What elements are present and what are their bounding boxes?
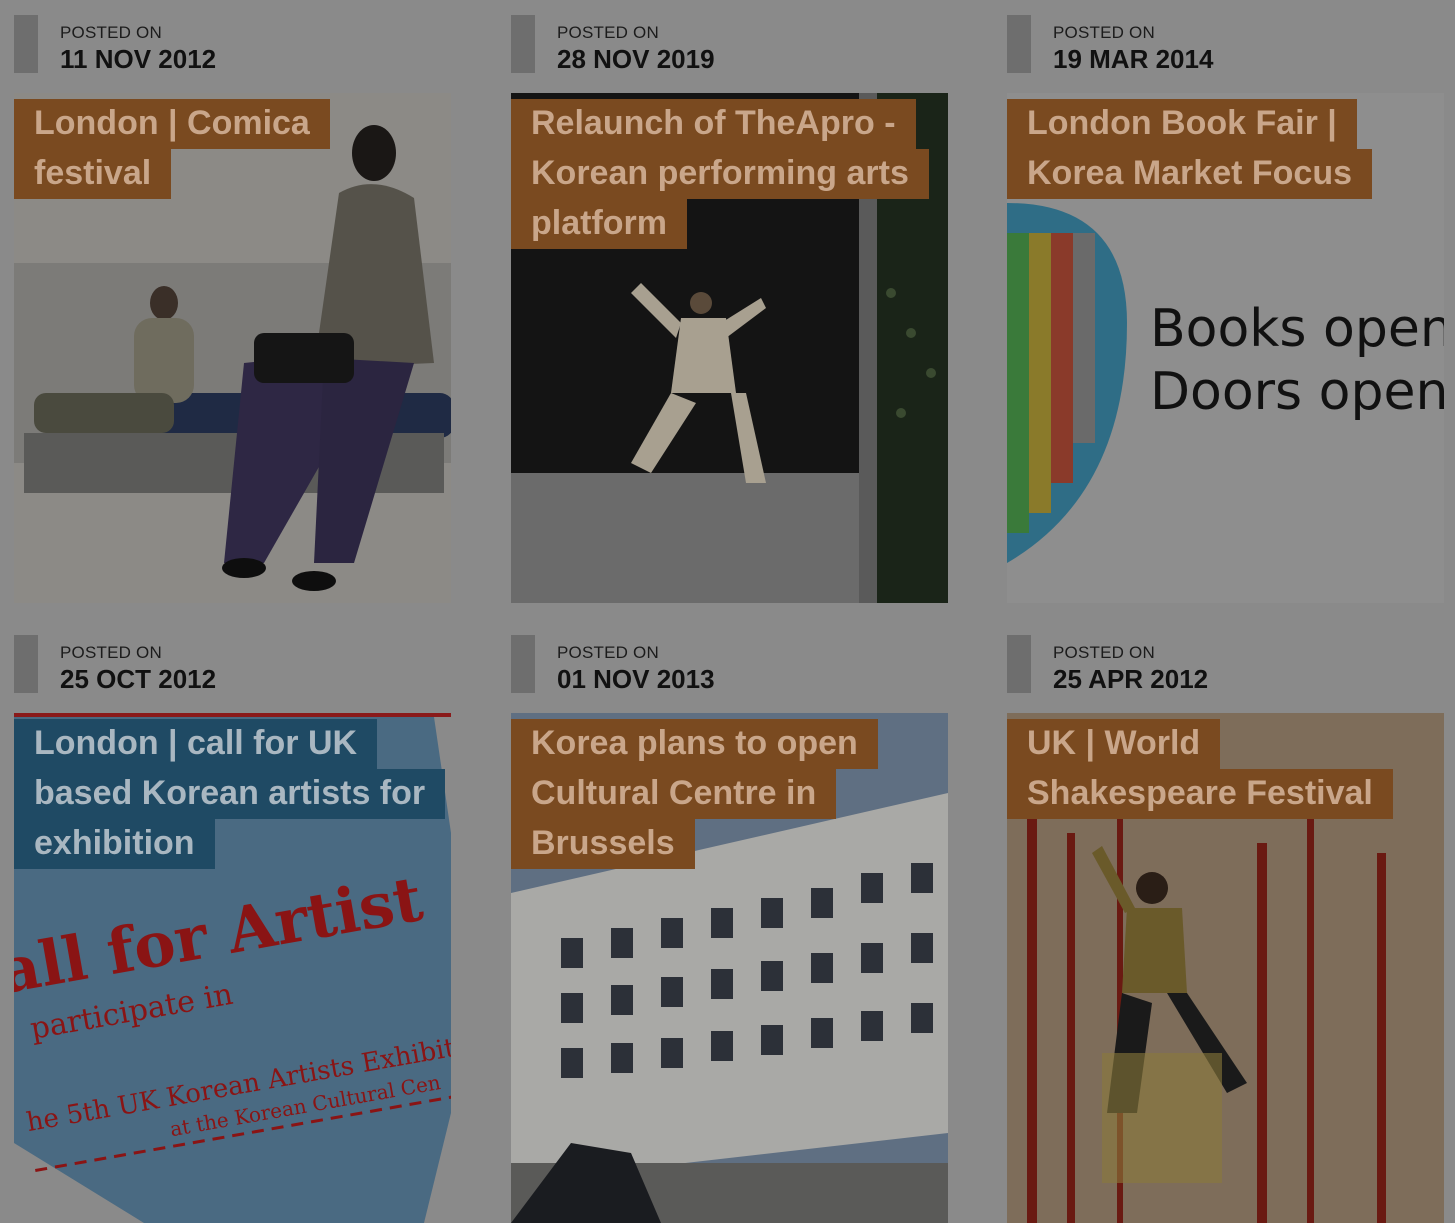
post-thumbnail[interactable]: Korea plans to open Cultural Centre in B… <box>511 713 948 1223</box>
title-line[interactable]: based Korean artists for <box>14 769 446 819</box>
meta-bar <box>1007 635 1031 693</box>
post-thumbnail[interactable]: UK | World Shakespeare Festival <box>1007 713 1444 1223</box>
post-card[interactable]: POSTED ON 25 OCT 2012 all for Artist par… <box>14 635 451 1223</box>
post-card[interactable]: POSTED ON 28 NOV 2019 Relaunch of TheApr… <box>511 15 948 603</box>
title-line[interactable]: festival <box>14 149 172 199</box>
post-card[interactable]: POSTED ON 01 NOV 2013 Korea plans to ope… <box>511 635 948 1223</box>
post-card[interactable]: POSTED ON 11 NOV 2012 London | Comica fe… <box>14 15 451 603</box>
post-thumbnail[interactable]: all for Artist participate in he 5th UK … <box>14 713 451 1223</box>
title-line[interactable]: London | Comica <box>14 99 330 149</box>
meta-bar <box>511 15 535 73</box>
post-thumbnail[interactable]: Books openi Doors openi London Book Fair… <box>1007 93 1444 603</box>
title-line[interactable]: Korea Market Focus <box>1007 149 1372 199</box>
meta-bar <box>14 635 38 693</box>
post-date: 25 OCT 2012 <box>60 664 217 694</box>
title-line[interactable]: Korean performing arts <box>511 149 929 199</box>
posted-label: POSTED ON <box>60 23 162 42</box>
post-title[interactable]: London | call for UK based Korean artist… <box>14 719 446 869</box>
post-title[interactable]: UK | World Shakespeare Festival <box>1007 719 1393 819</box>
post-meta: POSTED ON 28 NOV 2019 <box>511 15 948 75</box>
title-line[interactable]: UK | World <box>1007 719 1221 769</box>
title-line[interactable]: Shakespeare Festival <box>1007 769 1393 819</box>
banner-text: Books openi <box>1150 299 1444 359</box>
title-line[interactable]: London | call for UK <box>14 719 378 769</box>
post-card[interactable]: POSTED ON 25 APR 2012 UK | World Shakesp… <box>1007 635 1444 1223</box>
title-line[interactable]: Brussels <box>511 819 695 869</box>
banner-text: Doors openi <box>1150 362 1444 422</box>
meta-bar <box>511 635 535 693</box>
meta-bar <box>1007 15 1031 73</box>
post-meta: POSTED ON 25 APR 2012 <box>1007 635 1444 695</box>
post-meta: POSTED ON 25 OCT 2012 <box>14 635 451 695</box>
posted-label: POSTED ON <box>60 643 162 662</box>
post-title[interactable]: London | Comica festival <box>14 99 330 199</box>
posted-label: POSTED ON <box>1053 643 1155 662</box>
posted-label: POSTED ON <box>1053 23 1155 42</box>
title-line[interactable]: Korea plans to open <box>511 719 878 769</box>
post-thumbnail[interactable]: London | Comica festival <box>14 93 451 603</box>
title-line[interactable]: London Book Fair | <box>1007 99 1357 149</box>
post-date: 11 NOV 2012 <box>60 44 217 74</box>
post-date: 25 APR 2012 <box>1053 664 1209 694</box>
title-line[interactable]: Relaunch of TheApro - <box>511 99 916 149</box>
post-meta: POSTED ON 11 NOV 2012 <box>14 15 451 75</box>
post-date: 28 NOV 2019 <box>557 44 715 74</box>
meta-bar <box>14 15 38 73</box>
posted-label: POSTED ON <box>557 23 659 42</box>
posted-label: POSTED ON <box>557 643 659 662</box>
title-line[interactable]: exhibition <box>14 819 215 869</box>
post-thumbnail[interactable]: Relaunch of TheApro - Korean performing … <box>511 93 948 603</box>
post-title[interactable]: London Book Fair | Korea Market Focus <box>1007 99 1372 199</box>
post-date: 01 NOV 2013 <box>557 664 715 694</box>
post-title[interactable]: Korea plans to open Cultural Centre in B… <box>511 719 878 869</box>
title-line[interactable]: Cultural Centre in <box>511 769 837 819</box>
post-title[interactable]: Relaunch of TheApro - Korean performing … <box>511 99 929 249</box>
title-line[interactable]: platform <box>511 199 687 249</box>
post-meta: POSTED ON 01 NOV 2013 <box>511 635 948 695</box>
post-meta: POSTED ON 19 MAR 2014 <box>1007 15 1444 75</box>
post-card[interactable]: POSTED ON 19 MAR 2014 Books openi Doors … <box>1007 15 1444 603</box>
post-date: 19 MAR 2014 <box>1053 44 1214 74</box>
